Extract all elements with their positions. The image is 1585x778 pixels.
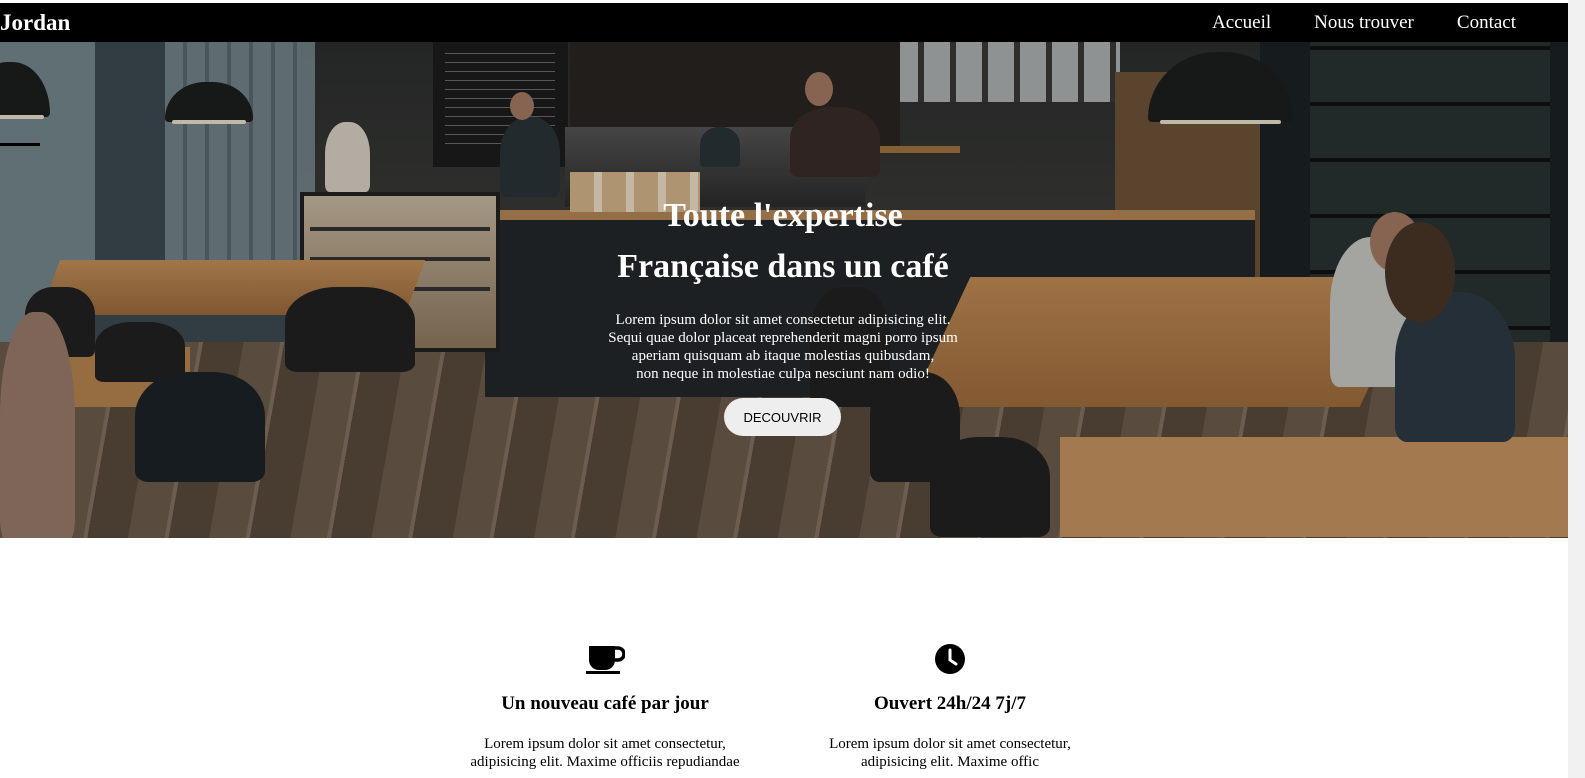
clock-icon: [800, 644, 1100, 679]
hero-text-line3: aperiam quisquam ab itaque molestias qui…: [631, 348, 935, 364]
feature-daily-coffee: Un nouveau café par jour Lorem ipsum dol…: [455, 644, 755, 771]
nav-menu: Accueil Nous trouver Contact: [1169, 12, 1568, 34]
hero-title-line2: Française dans un café: [617, 248, 949, 285]
feature-text-line2: adipisicing elit. Maxime offic: [860, 754, 1039, 770]
navbar: Jordan Accueil Nous trouver Contact: [0, 3, 1568, 42]
nav-link-contact[interactable]: Contact: [1457, 12, 1516, 34]
feature-opening-hours: Ouvert 24h/24 7j/7 Lorem ipsum dolor sit…: [800, 644, 1100, 771]
hero-title: Toute l'expertise Française dans un café: [600, 190, 966, 292]
hero-title-line1: Toute l'expertise: [663, 197, 903, 234]
nav-link-nous-trouver[interactable]: Nous trouver: [1314, 12, 1414, 34]
hero-description: Lorem ipsum dolor sit amet consectetur a…: [595, 311, 971, 383]
hero-text-line2: Sequi quae dolor placeat reprehenderit m…: [608, 330, 958, 346]
brand-logo[interactable]: Jordan: [0, 10, 70, 36]
feature-text: Lorem ipsum dolor sit amet consectetur, …: [455, 735, 755, 771]
decouvrir-button[interactable]: DECOUVRIR: [724, 398, 841, 436]
coffee-cup-icon: [455, 644, 755, 679]
nav-link-accueil[interactable]: Accueil: [1212, 12, 1271, 34]
feature-title: Ouvert 24h/24 7j/7: [874, 693, 1026, 714]
feature-text: Lorem ipsum dolor sit amet consectetur, …: [800, 735, 1100, 771]
feature-text-line1: Lorem ipsum dolor sit amet consectetur,: [829, 736, 1071, 752]
hero-text-line4: non neque in molestiae culpa nesciunt na…: [636, 366, 930, 382]
feature-text-line1: Lorem ipsum dolor sit amet consectetur,: [484, 736, 726, 752]
hero-banner: Toute l'expertise Française dans un café…: [0, 42, 1568, 538]
hero-text-line1: Lorem ipsum dolor sit amet consectetur a…: [615, 312, 951, 328]
feature-text-line2: adipisicing elit. Maxime officiis repudi…: [470, 754, 740, 770]
page-scrollbar[interactable]: [1568, 0, 1585, 778]
feature-title: Un nouveau café par jour: [501, 693, 709, 714]
slider-indicator: [0, 143, 40, 146]
